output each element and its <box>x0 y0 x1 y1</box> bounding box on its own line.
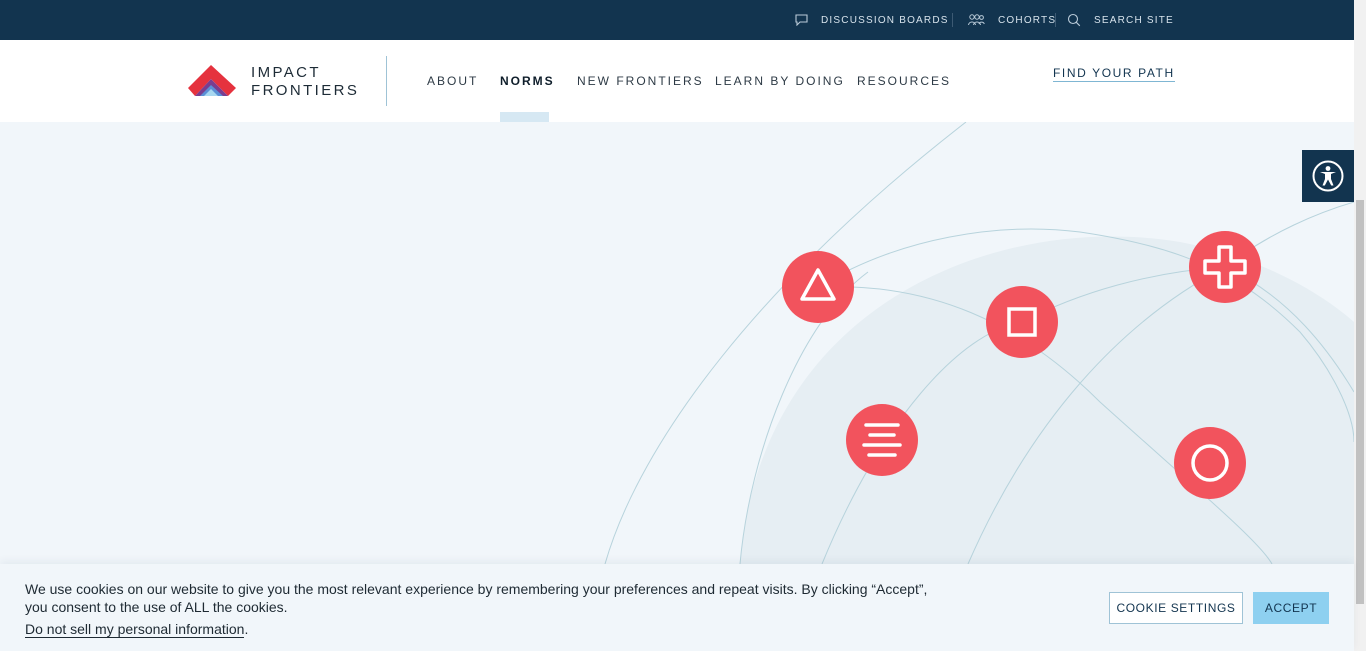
discussion-boards-link[interactable]: DISCUSSION BOARDS <box>795 0 949 40</box>
hero-illustration <box>604 122 1354 564</box>
nav-resources[interactable]: RESOURCES <box>857 74 951 88</box>
logo-wordmark[interactable]: IMPACT FRONTIERS <box>251 64 359 100</box>
logo-divider <box>386 56 387 106</box>
people-icon <box>968 14 985 26</box>
lines-icon <box>846 404 918 476</box>
hero-section <box>0 122 1354 564</box>
square-icon <box>986 286 1058 358</box>
nav-learn-by-doing[interactable]: LEARN BY DOING <box>715 74 845 88</box>
search-site-label: SEARCH SITE <box>1094 14 1174 26</box>
nav-about[interactable]: ABOUT <box>427 74 478 88</box>
utility-divider <box>1055 13 1056 27</box>
cookie-banner: We use cookies on our website to give yo… <box>0 564 1354 651</box>
search-icon <box>1067 13 1081 27</box>
logo-line-1: IMPACT <box>251 64 321 81</box>
nav-new-frontiers[interactable]: NEW FRONTIERS <box>577 74 704 88</box>
search-site-link[interactable]: SEARCH SITE <box>1067 0 1174 40</box>
do-not-sell-link[interactable]: Do not sell my personal information <box>25 621 245 638</box>
do-not-sell-suffix: . <box>244 621 249 637</box>
do-not-sell-wrapper: Do not sell my personal information. <box>25 621 249 638</box>
discussion-boards-label: DISCUSSION BOARDS <box>821 14 949 26</box>
triangle-icon <box>782 251 854 323</box>
page-scrollbar-thumb[interactable] <box>1356 200 1364 604</box>
cookie-message: We use cookies on our website to give yo… <box>25 581 928 615</box>
impact-frontiers-logo[interactable] <box>186 62 240 102</box>
accessibility-icon <box>1312 160 1344 192</box>
chat-bubble-icon <box>795 14 808 26</box>
find-your-path-link[interactable]: FIND YOUR PATH <box>1053 66 1175 82</box>
cookie-settings-button[interactable]: COOKIE SETTINGS <box>1109 592 1243 624</box>
cohorts-label: COHORTS <box>998 14 1057 26</box>
nav-active-indicator <box>500 112 549 122</box>
utility-divider <box>952 13 953 27</box>
plus-icon <box>1189 231 1261 303</box>
logo-line-2: FRONTIERS <box>251 82 360 99</box>
accept-cookies-button[interactable]: ACCEPT <box>1253 592 1329 624</box>
utility-bar: DISCUSSION BOARDS COHORTS SEARCH SITE <box>0 0 1354 40</box>
cohorts-link[interactable]: COHORTS <box>968 0 1056 40</box>
circle-icon <box>1174 427 1246 499</box>
nav-norms[interactable]: NORMS <box>500 74 555 88</box>
site-header: IMPACT FRONTIERS ABOUT NORMS NEW FRONTIE… <box>0 40 1354 122</box>
